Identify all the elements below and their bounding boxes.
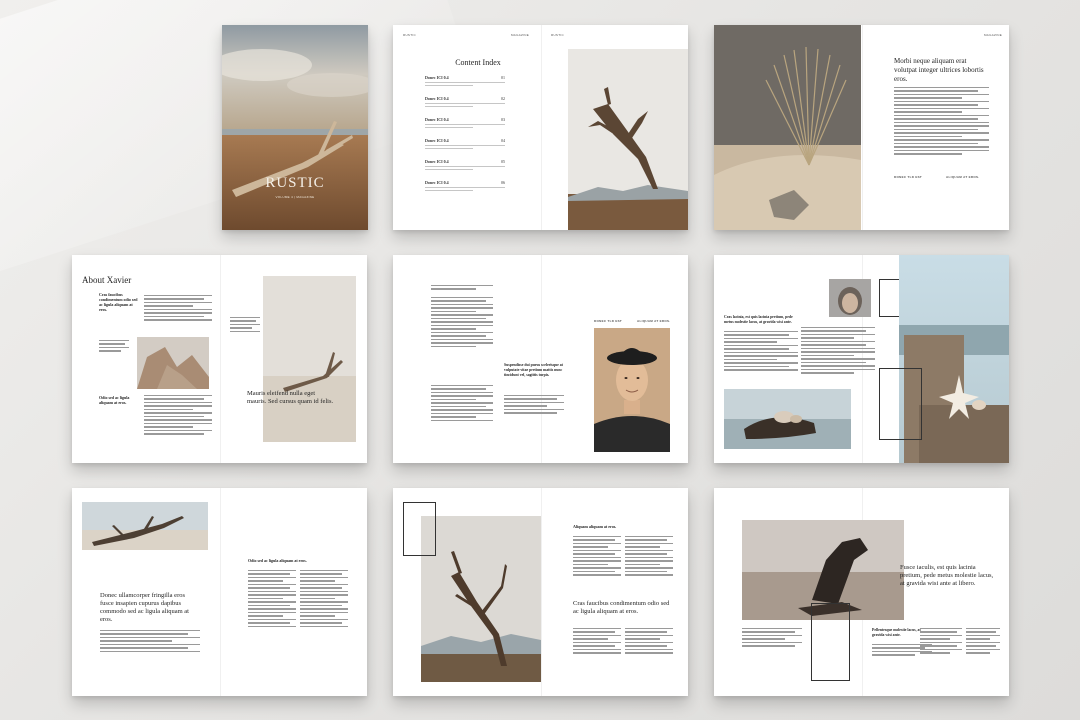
wood-body-text bbox=[966, 628, 1000, 656]
index-list: Donec ICI 0.4 01 Donec ICI 0.4 02 Donec IC… bbox=[425, 75, 505, 215]
cover-photo-beach-driftwood bbox=[222, 25, 368, 230]
shells-body-text bbox=[724, 331, 798, 373]
index-item[interactable]: Donec ICI 0.4 03 bbox=[425, 117, 505, 130]
index-item[interactable]: Donec ICI 0.4 05 bbox=[425, 159, 505, 172]
tree-body-text bbox=[625, 536, 673, 578]
page-spine bbox=[219, 255, 221, 463]
running-header: RUSTIC bbox=[403, 33, 416, 37]
spread-content-index: RUSTIC MAGAZINE RUSTIC Content Index Don… bbox=[393, 25, 688, 230]
portrait-body-text bbox=[431, 297, 493, 349]
decorative-frame bbox=[879, 368, 922, 440]
about-pullquote-1: Cras faucibus condimentum odio sed ac li… bbox=[99, 292, 138, 312]
wood-pullquote: Pellentesque molestie lacus, at gravida … bbox=[872, 628, 921, 637]
branch-pullquote: Odio sed ac ligula aliquam at eros. bbox=[248, 558, 307, 563]
cover-subtitle: VOLUME 4 | MAGAZINE bbox=[275, 195, 315, 199]
cover-title: RUSTIC bbox=[265, 175, 325, 191]
tree-body-text bbox=[573, 628, 621, 656]
tree-body-text bbox=[573, 536, 621, 578]
about-body-text bbox=[99, 340, 129, 354]
cover-page: RUSTIC VOLUME 4 | MAGAZINE bbox=[222, 25, 368, 230]
tree-heading: Cras faucibus condimentum odio sed ac li… bbox=[573, 600, 670, 615]
index-item[interactable]: Donec ICI 0.4 04 bbox=[425, 138, 505, 151]
photo-fallen-tree-beach bbox=[82, 502, 208, 550]
portrait-caption-right: ALIQUAM AT EROS. bbox=[637, 319, 671, 323]
page-spine bbox=[219, 488, 221, 696]
spread-branch: Donec ullamcorper fringilla eros fusce i… bbox=[72, 488, 367, 696]
photo-driftwood-beach bbox=[263, 276, 356, 442]
palm-body-text bbox=[894, 87, 989, 157]
photo-girl-portrait-small bbox=[829, 279, 871, 317]
branch-body-text bbox=[248, 570, 296, 629]
spread-wood: Fusce iaculis, est quis lacinia pretium,… bbox=[714, 488, 1009, 696]
palm-heading: Morbi neque aliquam erat volutpat intege… bbox=[894, 57, 984, 83]
photo-driftwood-branch bbox=[568, 49, 688, 230]
photo-hands-holding-shells bbox=[724, 389, 851, 449]
spread-shells: Cras lacinia, est quis lacinia pretium, … bbox=[714, 255, 1009, 463]
running-header: RUSTIC bbox=[551, 33, 564, 37]
branch-body-text bbox=[100, 630, 200, 654]
index-heading: Content Index bbox=[455, 58, 501, 67]
about-body-text bbox=[230, 317, 260, 334]
decorative-frame bbox=[811, 603, 850, 681]
portrait-body-text bbox=[431, 285, 493, 292]
page-spine bbox=[540, 25, 542, 230]
spread-tree: Aliquam aliquam at eros. Cras faucibus c… bbox=[393, 488, 688, 696]
photo-dried-palm-leaf bbox=[714, 25, 861, 230]
spread-about: About Xavier Cras faucibus condimentum o… bbox=[72, 255, 367, 463]
shells-body-text bbox=[801, 327, 875, 376]
branch-body-text bbox=[300, 570, 348, 629]
running-header: MAGAZINE bbox=[511, 33, 530, 37]
index-item[interactable]: Donec ICI 0.4 01 bbox=[425, 75, 505, 88]
palm-caption-left: DONEC TLD EST bbox=[894, 175, 923, 179]
decorative-frame bbox=[403, 502, 436, 556]
photo-portrait-man-hat bbox=[594, 328, 670, 452]
portrait-quote: Suspendisse dui purus scelerisque at vul… bbox=[504, 363, 563, 377]
page-spine bbox=[861, 25, 863, 230]
spread-portrait: Suspendisse dui purus scelerisque at vul… bbox=[393, 255, 688, 463]
palm-caption-right: ALIQUAM AT EROS. bbox=[946, 175, 980, 179]
branch-heading: Donec ullamcorper fringilla eros fusce i… bbox=[100, 592, 189, 623]
page-spine bbox=[540, 255, 542, 463]
tree-body-text bbox=[625, 628, 673, 656]
about-body-text bbox=[144, 395, 212, 437]
running-header: MAGAZINE bbox=[984, 33, 1003, 37]
wood-body-text bbox=[920, 628, 962, 656]
wood-heading: Fusce iaculis, est quis lacinia pretium,… bbox=[900, 564, 994, 587]
about-body-text bbox=[144, 295, 212, 323]
photo-rock-formation bbox=[137, 337, 209, 389]
portrait-caption-left: DONEC TLD EST bbox=[594, 319, 623, 323]
index-item[interactable]: Donec ICI 0.4 02 bbox=[425, 96, 505, 109]
portrait-body-text bbox=[504, 395, 564, 416]
portrait-body-text bbox=[431, 385, 493, 423]
about-heading: About Xavier bbox=[82, 275, 132, 285]
about-pullquote-2: Odio sed ac ligula aliquam at eros. bbox=[99, 395, 130, 405]
about-quote: Mauris eleifend nulla eget mauris. Sed c… bbox=[247, 390, 334, 405]
shells-lead: Cras lacinia, est quis lacinia pretium, … bbox=[724, 315, 793, 324]
photo-dead-tree-desert bbox=[421, 516, 541, 682]
wood-body-text bbox=[742, 628, 802, 649]
spread-palm: MAGAZINE Morbi neque aliquam erat volutp… bbox=[714, 25, 1009, 230]
index-item[interactable]: Donec ICI 0.4 06 bbox=[425, 180, 505, 193]
tree-pullquote: Aliquam aliquam at eros. bbox=[573, 524, 617, 529]
